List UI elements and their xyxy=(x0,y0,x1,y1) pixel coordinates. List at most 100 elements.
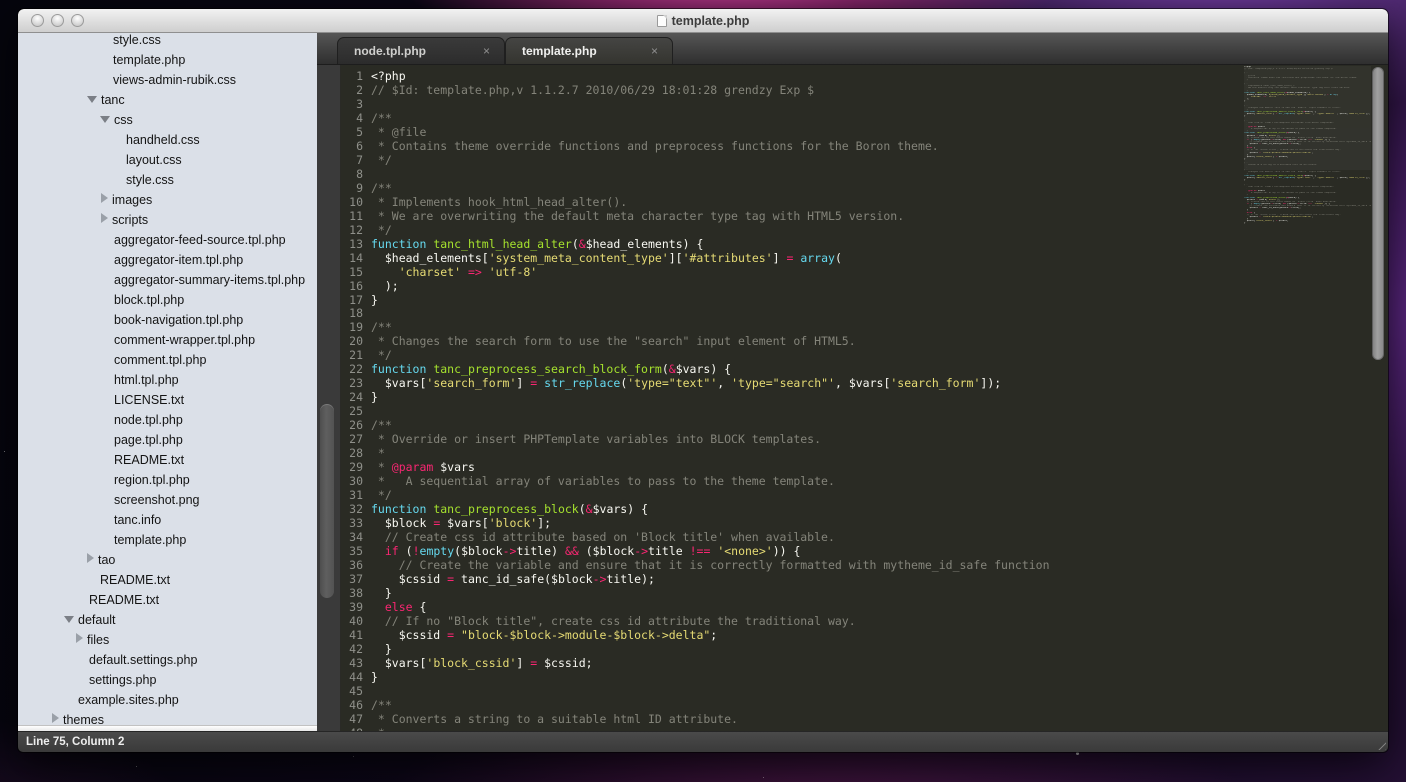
code-line-39[interactable]: 39 else { xyxy=(341,600,1388,614)
code-line-19[interactable]: 19/** xyxy=(341,320,1388,334)
code-line-31[interactable]: 31 */ xyxy=(341,488,1388,502)
tree-folder-tanc[interactable]: tanc xyxy=(18,90,317,110)
tree-folder-images[interactable]: images xyxy=(18,190,317,210)
tab-close-icon[interactable]: × xyxy=(483,45,496,57)
tree-file-views-admin-rubik.css[interactable]: views-admin-rubik.css xyxy=(18,70,317,90)
code-line-23[interactable]: 23 $vars['search_form'] = str_replace('t… xyxy=(341,376,1388,390)
code-editor[interactable]: 1<?php2// $Id: template.php,v 1.1.2.7 20… xyxy=(341,65,1388,731)
code-line-5[interactable]: 5 * @file xyxy=(341,125,1388,139)
tree-file-region.tpl.php[interactable]: region.tpl.php xyxy=(18,470,317,490)
code-line-24[interactable]: 24} xyxy=(341,390,1388,404)
code-line-9[interactable]: 9/** xyxy=(341,181,1388,195)
code-line-38[interactable]: 38 } xyxy=(341,586,1388,600)
code-line-37[interactable]: 37 $cssid = tanc_id_safe($block->title); xyxy=(341,572,1388,586)
tree-file-style.css[interactable]: style.css xyxy=(18,170,317,190)
tree-file-aggregator-item.tpl.php[interactable]: aggregator-item.tpl.php xyxy=(18,250,317,270)
disclosure-triangle-closed-icon[interactable] xyxy=(101,213,108,223)
code-line-30[interactable]: 30 * A sequential array of variables to … xyxy=(341,474,1388,488)
sidebar-scrollbar-track[interactable] xyxy=(317,65,341,731)
code-line-3[interactable]: 3 xyxy=(341,97,1388,111)
code-line-40[interactable]: 40 // If no "Block title", create css id… xyxy=(341,614,1388,628)
code-line-26[interactable]: 26/** xyxy=(341,418,1388,432)
tree-file-aggregator-summary-items.tpl.php[interactable]: aggregator-summary-items.tpl.php xyxy=(18,270,317,290)
code-line-46[interactable]: 46/** xyxy=(341,698,1388,712)
tree-folder-css[interactable]: css xyxy=(18,110,317,130)
code-line-33[interactable]: 33 $block = $vars['block']; xyxy=(341,516,1388,530)
code-line-20[interactable]: 20 * Changes the search form to use the … xyxy=(341,334,1388,348)
tree-file-page.tpl.php[interactable]: page.tpl.php xyxy=(18,430,317,450)
tree-file-settings.php[interactable]: settings.php xyxy=(18,670,317,690)
code-line-1[interactable]: 1<?php xyxy=(341,69,1388,83)
tab-node.tpl.php[interactable]: node.tpl.php× xyxy=(337,37,505,64)
tab-template.php[interactable]: template.php× xyxy=(505,37,673,64)
code-line-47[interactable]: 47 * Converts a string to a suitable htm… xyxy=(341,712,1388,726)
tree-file-README.txt[interactable]: README.txt xyxy=(18,570,317,590)
disclosure-triangle-closed-icon[interactable] xyxy=(87,553,94,563)
tree-file-comment.tpl.php[interactable]: comment.tpl.php xyxy=(18,350,317,370)
tree-folder-files[interactable]: files xyxy=(18,630,317,650)
code-line-25[interactable]: 25 xyxy=(341,404,1388,418)
disclosure-triangle-open-icon[interactable] xyxy=(100,116,110,123)
code-line-29[interactable]: 29 * @param $vars xyxy=(341,460,1388,474)
tree-file-book-navigation.tpl.php[interactable]: book-navigation.tpl.php xyxy=(18,310,317,330)
code-line-44[interactable]: 44} xyxy=(341,670,1388,684)
tree-folder-scripts[interactable]: scripts xyxy=(18,210,317,230)
code-line-45[interactable]: 45 xyxy=(341,684,1388,698)
disclosure-triangle-closed-icon[interactable] xyxy=(52,713,59,723)
minimap[interactable]: <?php// $Id: template.php,v 1.1.2.7 2010… xyxy=(1244,66,1371,234)
disclosure-triangle-open-icon[interactable] xyxy=(64,616,74,623)
code-line-16[interactable]: 16 ); xyxy=(341,279,1388,293)
code-line-27[interactable]: 27 * Override or insert PHPTemplate vari… xyxy=(341,432,1388,446)
tree-file-README.txt[interactable]: README.txt xyxy=(18,590,317,610)
code-line-13[interactable]: 13function tanc_html_head_alter(&$head_e… xyxy=(341,237,1388,251)
tree-file-tanc.info[interactable]: tanc.info xyxy=(18,510,317,530)
code-line-18[interactable]: 18 xyxy=(341,306,1388,320)
tree-file-default.settings.php[interactable]: default.settings.php xyxy=(18,650,317,670)
resize-grip[interactable] xyxy=(1373,737,1386,750)
code-line-8[interactable]: 8 xyxy=(341,167,1388,181)
code-line-10[interactable]: 10 * Implements hook_html_head_alter(). xyxy=(341,195,1388,209)
code-line-17[interactable]: 17} xyxy=(341,293,1388,307)
window-titlebar[interactable]: template.php xyxy=(18,9,1388,33)
tree-file-node.tpl.php[interactable]: node.tpl.php xyxy=(18,410,317,430)
disclosure-triangle-open-icon[interactable] xyxy=(87,96,97,103)
code-line-34[interactable]: 34 // Create css id attribute based on '… xyxy=(341,530,1388,544)
tree-file-example.sites.php[interactable]: example.sites.php xyxy=(18,690,317,710)
tree-folder-tao[interactable]: tao xyxy=(18,550,317,570)
tree-file-style.css[interactable]: style.css xyxy=(18,33,317,50)
code-line-7[interactable]: 7 */ xyxy=(341,153,1388,167)
tree-file-block.tpl.php[interactable]: block.tpl.php xyxy=(18,290,317,310)
tree-file-LICENSE.txt[interactable]: LICENSE.txt xyxy=(18,390,317,410)
code-line-15[interactable]: 15 'charset' => 'utf-8' xyxy=(341,265,1388,279)
code-line-36[interactable]: 36 // Create the variable and ensure tha… xyxy=(341,558,1388,572)
tree-file-aggregator-feed-source.tpl.php[interactable]: aggregator-feed-source.tpl.php xyxy=(18,230,317,250)
code-line-11[interactable]: 11 * We are overwriting the default meta… xyxy=(341,209,1388,223)
code-line-28[interactable]: 28 * xyxy=(341,446,1388,460)
code-line-41[interactable]: 41 $cssid = "block-$block->module-$block… xyxy=(341,628,1388,642)
tab-close-icon[interactable]: × xyxy=(651,45,664,57)
code-line-32[interactable]: 32function tanc_preprocess_block(&$vars)… xyxy=(341,502,1388,516)
tree-file-screenshot.png[interactable]: screenshot.png xyxy=(18,490,317,510)
code-line-12[interactable]: 12 */ xyxy=(341,223,1388,237)
sidebar-scrollbar-thumb[interactable] xyxy=(320,404,334,598)
code-line-43[interactable]: 43 $vars['block_cssid'] = $cssid; xyxy=(341,656,1388,670)
disclosure-triangle-closed-icon[interactable] xyxy=(101,193,108,203)
code-line-6[interactable]: 6 * Contains theme override functions an… xyxy=(341,139,1388,153)
code-line-42[interactable]: 42 } xyxy=(341,642,1388,656)
tree-folder-default[interactable]: default xyxy=(18,610,317,630)
tree-file-README.txt[interactable]: README.txt xyxy=(18,450,317,470)
tree-file-template.php[interactable]: template.php xyxy=(18,530,317,550)
code-line-2[interactable]: 2// $Id: template.php,v 1.1.2.7 2010/06/… xyxy=(341,83,1388,97)
code-line-22[interactable]: 22function tanc_preprocess_search_block_… xyxy=(341,362,1388,376)
disclosure-triangle-closed-icon[interactable] xyxy=(76,633,83,643)
tree-file-comment-wrapper.tpl.php[interactable]: comment-wrapper.tpl.php xyxy=(18,330,317,350)
code-line-21[interactable]: 21 */ xyxy=(341,348,1388,362)
tree-file-template.php[interactable]: template.php xyxy=(18,50,317,70)
code-line-14[interactable]: 14 $head_elements['system_meta_content_t… xyxy=(341,251,1388,265)
tree-file-handheld.css[interactable]: handheld.css xyxy=(18,130,317,150)
tree-file-layout.css[interactable]: layout.css xyxy=(18,150,317,170)
tree-file-html.tpl.php[interactable]: html.tpl.php xyxy=(18,370,317,390)
code-line-35[interactable]: 35 if (!empty($block->title) && ($block-… xyxy=(341,544,1388,558)
code-line-4[interactable]: 4/** xyxy=(341,111,1388,125)
editor-scrollbar-thumb[interactable] xyxy=(1372,67,1384,360)
